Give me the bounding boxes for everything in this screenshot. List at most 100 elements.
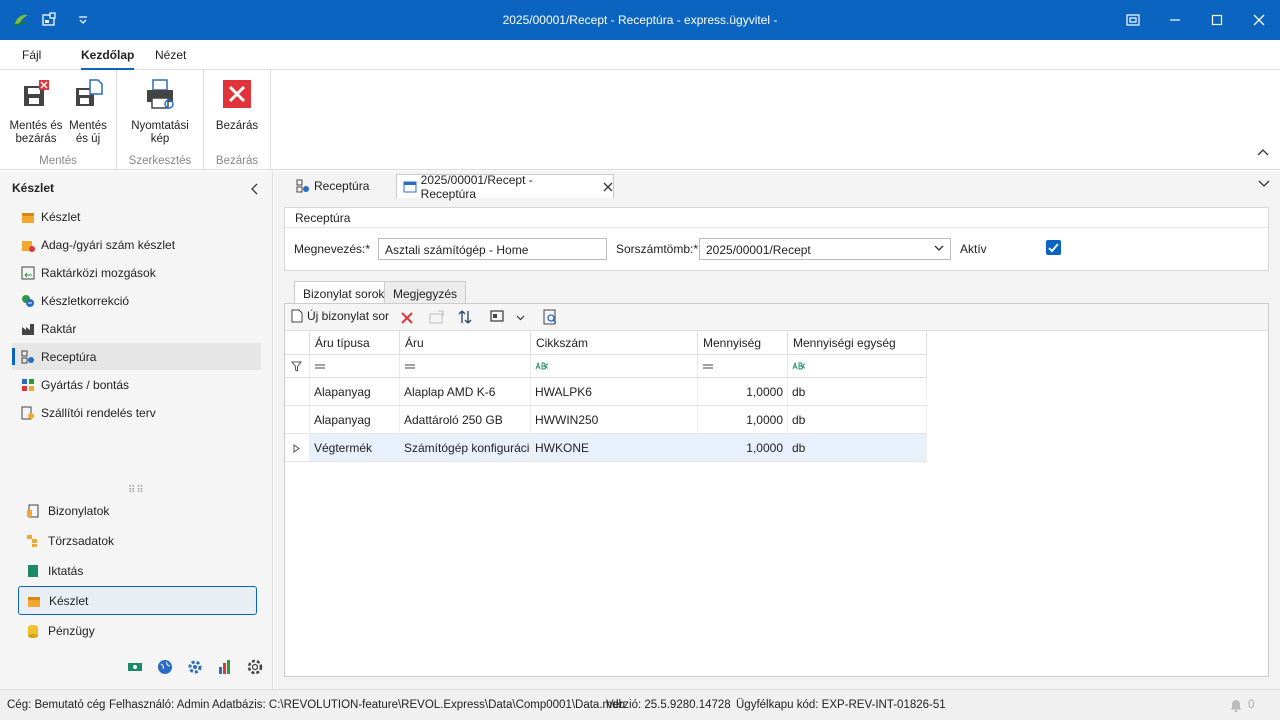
move-icon[interactable] bbox=[429, 310, 445, 324]
cell-quantity[interactable]: 1,0000 bbox=[698, 378, 788, 406]
column-header-sku[interactable]: Cikkszám bbox=[531, 331, 698, 355]
module-finance[interactable]: Pénzügy bbox=[18, 616, 257, 645]
tabs-dropdown-icon[interactable] bbox=[1258, 180, 1270, 188]
grid-header-indicator bbox=[285, 331, 310, 355]
module-filing[interactable]: Iktatás bbox=[18, 556, 257, 585]
cell-unit[interactable]: db bbox=[788, 434, 927, 462]
row-indicator bbox=[285, 378, 310, 406]
close-document-button[interactable]: Bezárás bbox=[212, 78, 262, 133]
cell-quantity[interactable]: 1,0000 bbox=[698, 406, 788, 434]
subtab-notes[interactable]: Megjegyzés bbox=[384, 281, 467, 303]
box-icon bbox=[28, 596, 40, 607]
settings-icon[interactable] bbox=[246, 658, 264, 676]
cell-sku[interactable]: HWKONE bbox=[531, 434, 698, 462]
filter-quantity[interactable] bbox=[698, 355, 788, 378]
column-header-quantity[interactable]: Mennyiség bbox=[698, 331, 788, 355]
subtab-lines[interactable]: Bizonylat sorok bbox=[294, 281, 394, 304]
restore-layout-button[interactable] bbox=[1112, 0, 1154, 40]
close-icon bbox=[1253, 14, 1265, 26]
document-window-icon bbox=[403, 181, 417, 192]
chevron-down-icon[interactable] bbox=[516, 315, 525, 321]
filter-type[interactable] bbox=[310, 355, 400, 378]
group-save-title: Mentés bbox=[39, 155, 77, 167]
cell-item[interactable]: Számítógép konfiguráció bbox=[400, 434, 531, 462]
tab-recipe-document[interactable]: 2025/00001/Recept - Receptúra bbox=[396, 173, 614, 201]
box-icon bbox=[22, 212, 34, 223]
cell-type[interactable]: Alapanyag bbox=[310, 406, 400, 434]
module-label: Pénzügy bbox=[48, 623, 95, 638]
module-label: Bizonylatok bbox=[48, 503, 110, 518]
sidebar-item-warehouse[interactable]: Raktár bbox=[12, 315, 261, 342]
cell-type[interactable]: Végtermék bbox=[310, 434, 400, 462]
name-input[interactable]: Asztali számítógép - Home bbox=[378, 238, 607, 260]
tab-recipe-list[interactable]: Receptúra bbox=[290, 174, 394, 198]
serial-select[interactable]: 2025/00001/Recept bbox=[699, 238, 951, 260]
sidebar-item-supplier-plan[interactable]: Szállítói rendelés terv bbox=[12, 399, 261, 426]
cell-unit[interactable]: db bbox=[788, 378, 927, 406]
bell-icon[interactable] bbox=[1229, 698, 1243, 712]
ribbon-group-edit: Nyomtatási kép Szerkesztés bbox=[117, 70, 204, 170]
row-indicator[interactable] bbox=[285, 434, 310, 462]
cash-icon[interactable] bbox=[127, 660, 143, 674]
sidebar-item-label: Raktárközi mozgások bbox=[41, 265, 156, 280]
cell-unit[interactable]: db bbox=[788, 406, 927, 434]
close-tab-icon[interactable] bbox=[603, 182, 613, 192]
gear-blue-icon[interactable] bbox=[187, 659, 203, 675]
collapse-ribbon-icon[interactable] bbox=[1257, 148, 1269, 156]
navigation-sidebar: Készlet Készlet Adag-/gyári szám készlet… bbox=[0, 171, 273, 689]
sidebar-item-keszlet[interactable]: Készlet bbox=[12, 203, 261, 230]
cell-type[interactable]: Alapanyag bbox=[310, 378, 400, 406]
delete-icon[interactable] bbox=[401, 312, 413, 324]
globe-icon[interactable] bbox=[157, 659, 173, 675]
filter-item[interactable] bbox=[400, 355, 531, 378]
sidebar-item-correction[interactable]: Készletkorrekció bbox=[12, 287, 261, 314]
column-header-item[interactable]: Áru bbox=[400, 331, 531, 355]
new-row-button[interactable]: Új bizonylat sor bbox=[291, 309, 389, 323]
splitter-grip[interactable]: ⠿⠿ bbox=[128, 485, 145, 496]
chart-icon[interactable] bbox=[217, 659, 233, 675]
sort-icon[interactable] bbox=[458, 309, 472, 325]
save-new-button[interactable]: Mentés és új bbox=[66, 78, 110, 146]
sidebar-item-label: Készlet bbox=[41, 209, 81, 224]
active-checkbox[interactable] bbox=[1046, 240, 1061, 255]
cell-item[interactable]: Alaplap AMD K-6 bbox=[400, 378, 531, 406]
sidebar-item-recipe[interactable]: Receptúra bbox=[12, 343, 261, 370]
sidebar-item-production[interactable]: Gyártás / bontás bbox=[12, 371, 261, 398]
minimize-button[interactable] bbox=[1154, 0, 1196, 40]
active-label: Aktív bbox=[960, 242, 987, 256]
module-inventory[interactable]: Készlet bbox=[18, 586, 257, 615]
coins-icon bbox=[28, 624, 38, 638]
tab-file[interactable]: Fájl bbox=[22, 48, 41, 62]
cell-item[interactable]: Adattároló 250 GB bbox=[400, 406, 531, 434]
cell-sku[interactable]: HWWIN250 bbox=[531, 406, 698, 434]
save-close-button[interactable]: Mentés és bezárás bbox=[6, 78, 66, 146]
module-documents[interactable]: Bizonylatok bbox=[18, 496, 257, 525]
preview-icon[interactable] bbox=[542, 309, 558, 325]
tab-view[interactable]: Nézet bbox=[155, 48, 186, 62]
factory-icon bbox=[22, 323, 34, 335]
correction-icon bbox=[22, 294, 34, 307]
filter-sku[interactable] bbox=[531, 355, 698, 378]
content-area: Receptúra 2025/00001/Recept - Receptúra … bbox=[274, 171, 1280, 689]
module-master-data[interactable]: Törzsadatok bbox=[18, 526, 257, 555]
cell-sku[interactable]: HWALPK6 bbox=[531, 378, 698, 406]
collapse-sidebar-icon[interactable] bbox=[250, 183, 258, 195]
cell-quantity[interactable]: 1,0000 bbox=[698, 434, 788, 462]
filter-unit[interactable] bbox=[788, 355, 927, 378]
print-preview-button[interactable]: Nyomtatási kép bbox=[127, 78, 193, 146]
text-filter-icon bbox=[792, 361, 806, 370]
sidebar-item-batch-stock[interactable]: Adag-/gyári szám készlet bbox=[12, 231, 261, 258]
maximize-button[interactable] bbox=[1196, 0, 1238, 40]
save-close-label: Mentés és bezárás bbox=[9, 120, 63, 145]
save-new-label: Mentés és új bbox=[69, 120, 107, 145]
column-header-unit[interactable]: Mennyiségi egység bbox=[788, 331, 927, 355]
tab-home[interactable]: Kezdőlap bbox=[81, 48, 135, 70]
chevron-down-icon bbox=[934, 245, 944, 251]
sidebar-item-transfers[interactable]: Raktárközi mozgások bbox=[12, 259, 261, 286]
columns-icon[interactable] bbox=[490, 309, 506, 325]
column-header-type[interactable]: Áru típusa bbox=[310, 331, 400, 355]
layout-icon bbox=[1126, 14, 1140, 26]
transfer-icon bbox=[21, 266, 35, 279]
close-window-button[interactable] bbox=[1238, 0, 1280, 40]
expand-row-icon bbox=[293, 444, 300, 453]
